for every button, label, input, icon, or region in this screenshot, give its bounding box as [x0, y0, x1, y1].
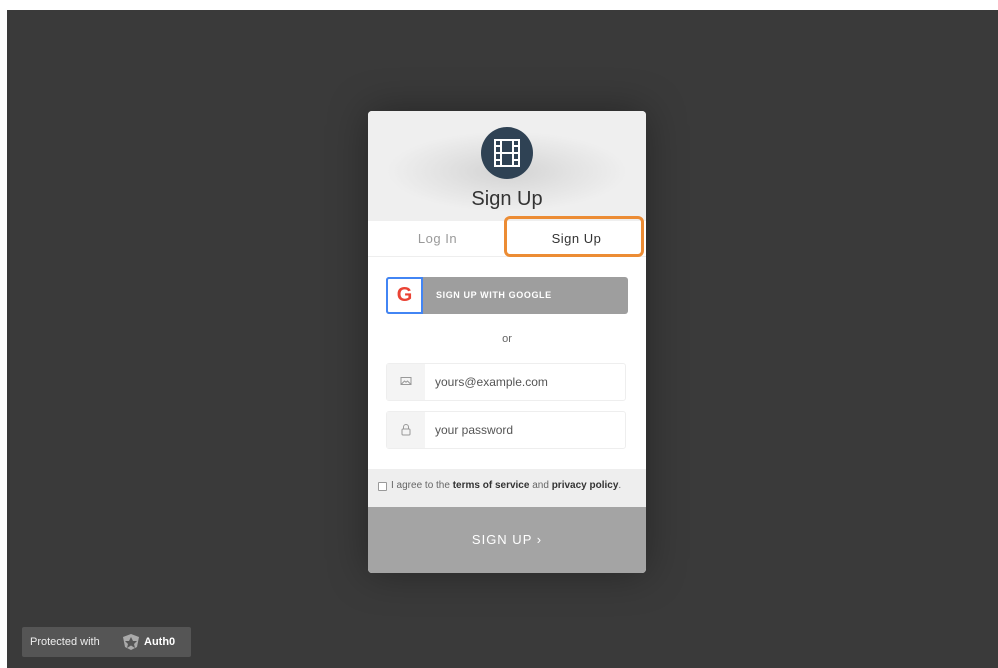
email-field	[386, 363, 626, 401]
terms-checkbox[interactable]	[378, 482, 387, 491]
terms-bar: I agree to the terms of service and priv…	[368, 469, 646, 507]
badge-text: Protected with	[30, 636, 100, 648]
tab-log-in[interactable]: Log In	[368, 221, 507, 256]
card-header: Sign Up	[368, 111, 646, 221]
terms-prefix: I agree to the	[391, 480, 453, 491]
page-title: Sign Up	[471, 188, 543, 210]
terms-middle: and	[529, 480, 552, 491]
terms-of-service-link[interactable]: terms of service	[453, 480, 530, 491]
auth0-shield-icon	[123, 634, 139, 650]
google-signup-label: SIGN UP WITH GOOGLE	[436, 290, 552, 300]
tab-highlight-box	[504, 216, 644, 257]
privacy-policy-link[interactable]: privacy policy	[552, 480, 619, 491]
or-separator: or	[502, 333, 512, 345]
badge-brand: Auth0	[144, 636, 176, 648]
terms-suffix: .	[618, 480, 622, 491]
google-icon: G	[386, 277, 423, 314]
signup-card: Sign Up Log In Sign Up G SIGN UP WITH GO…	[368, 111, 646, 573]
email-input[interactable]	[435, 364, 615, 400]
password-input[interactable]	[435, 412, 615, 448]
signup-submit-button[interactable]: SIGN UP ›	[368, 507, 646, 573]
auth0-badge[interactable]: Protected with Auth0	[22, 627, 191, 657]
terms-text: I agree to the terms of service and priv…	[391, 480, 621, 491]
google-signup-button[interactable]: G SIGN UP WITH GOOGLE	[386, 277, 628, 314]
envelope-icon	[387, 364, 425, 400]
film-icon	[481, 127, 533, 179]
lock-icon	[387, 412, 425, 448]
signup-submit-label: SIGN UP ›	[471, 532, 543, 547]
password-field	[386, 411, 626, 449]
google-icon-glyph: G	[396, 284, 413, 306]
